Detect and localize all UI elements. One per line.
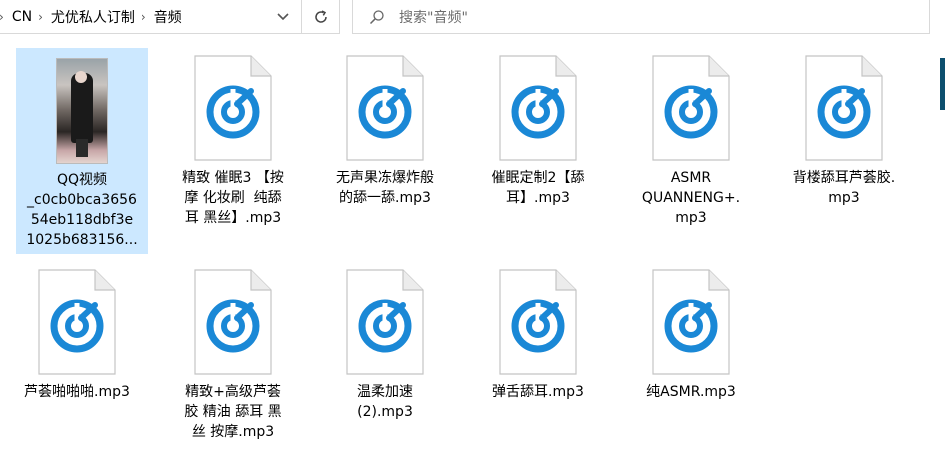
file-name-line: _c0cb0bca3656 (27, 192, 137, 208)
file-name-label: 纯ASMR.mp3 (625, 382, 757, 402)
file-name-line: 胶 精油 舔耳 黑 (184, 404, 282, 420)
file-name-line: 精致 催眠3 【按 (182, 170, 284, 186)
audio-file-icon (194, 269, 272, 375)
file-icon-container (193, 54, 273, 162)
file-name-label: 精致+高级芦荟胶 精油 舔耳 黑丝 按摩.mp3 (167, 382, 299, 442)
file-icon-container (37, 268, 117, 376)
search-icon (369, 9, 384, 24)
file-name-line: 催眠定制2【舔 (491, 170, 585, 186)
breadcrumb-item-folder[interactable]: 尤优私人订制 (51, 7, 135, 27)
file-item[interactable]: 弹舌舔耳.mp3 (472, 262, 604, 406)
file-name-line: 耳 黑丝】.mp3 (184, 210, 282, 226)
file-name-line: 54eb118dbf3e (30, 212, 134, 228)
file-item[interactable]: 纯ASMR.mp3 (625, 262, 757, 406)
file-name-line: mp3 (675, 210, 707, 226)
file-name-label: 芦荟啪啪啪.mp3 (11, 382, 143, 402)
file-icon-container (804, 54, 884, 162)
file-name-label: 精致 催眠3 【按摩 化妆刷 纯舔耳 黑丝】.mp3 (167, 168, 299, 228)
address-history-dropdown-button[interactable] (264, 0, 302, 34)
breadcrumb-item-cn[interactable]: CN (12, 9, 32, 25)
file-name-line: ASMR (670, 170, 712, 186)
address-bar[interactable]: › CN › 尤优私人订制 › 音频 (0, 0, 302, 34)
breadcrumb-separator: › (140, 9, 146, 24)
file-name-label: QQ视频 _c0cb0bca3656 54eb118dbf3e 1025b683156… (16, 170, 148, 250)
file-name-line: 芦荟啪啪啪.mp3 (24, 384, 130, 400)
audio-file-icon (652, 55, 730, 161)
audio-file-icon (38, 269, 116, 375)
file-name-label: 背楼舔耳芦荟胶. mp3 (778, 168, 910, 208)
file-name-line: 摩 化妆刷 纯舔 (184, 190, 282, 206)
file-item[interactable]: 芦荟啪啪啪.mp3 (11, 262, 143, 406)
file-icon-container (345, 54, 425, 162)
file-name-line: 耳】.mp3 (506, 190, 570, 206)
audio-file-icon (346, 55, 424, 161)
file-name-line: mp3 (828, 190, 860, 206)
search-input[interactable]: 搜索"音频" (399, 7, 468, 27)
file-name-label: 无声果冻爆炸般 的舔一舔.mp3 (319, 168, 451, 208)
file-item[interactable]: 背楼舔耳芦荟胶. mp3 (778, 48, 910, 212)
file-icon-container (42, 54, 122, 164)
audio-file-icon (346, 269, 424, 375)
file-name-line: QUANNENG+. (641, 190, 741, 206)
file-item[interactable]: 无声果冻爆炸般 的舔一舔.mp3 (319, 48, 451, 212)
refresh-button[interactable] (302, 0, 340, 34)
file-name-line: 精致+高级芦荟 (185, 384, 281, 400)
file-name-label: 弹舌舔耳.mp3 (472, 382, 604, 402)
audio-file-icon (805, 55, 883, 161)
file-name-label: 温柔加速 (2).mp3 (319, 382, 451, 422)
scrollbar-thumb[interactable] (940, 58, 945, 110)
file-name-line: 背楼舔耳芦荟胶. (792, 170, 896, 186)
file-name-line: 的舔一舔.mp3 (339, 190, 431, 206)
file-name-line: (2).mp3 (357, 404, 413, 420)
file-name-label: ASMR QUANNENG+. mp3 (625, 168, 757, 228)
audio-file-icon (194, 55, 272, 161)
breadcrumb-separator: › (0, 10, 4, 24)
file-icon-container (345, 268, 425, 376)
breadcrumb-item-audio[interactable]: 音频 (154, 7, 182, 27)
breadcrumb-separator: › (38, 9, 43, 24)
video-thumbnail (56, 58, 108, 164)
file-name-line: 丝 按摩.mp3 (191, 424, 275, 440)
file-item[interactable]: QQ视频 _c0cb0bca3656 54eb118dbf3e 1025b683156… (16, 48, 148, 254)
file-icon-container (193, 268, 273, 376)
audio-file-icon (652, 269, 730, 375)
file-name-line: 无声果冻爆炸般 (336, 170, 434, 186)
file-item[interactable]: 催眠定制2【舔 耳】.mp3 (472, 48, 604, 212)
navigation-bar: › CN › 尤优私人订制 › 音频 搜索"音频" (0, 0, 945, 36)
file-name-label: 催眠定制2【舔 耳】.mp3 (472, 168, 604, 208)
refresh-icon (314, 9, 327, 23)
chevron-down-icon (277, 13, 289, 21)
file-item[interactable]: 精致 催眠3 【按摩 化妆刷 纯舔耳 黑丝】.mp3 (167, 48, 299, 232)
file-item[interactable]: 温柔加速 (2).mp3 (319, 262, 451, 426)
file-item[interactable]: ASMR QUANNENG+. mp3 (625, 48, 757, 232)
file-name-line: 纯ASMR.mp3 (646, 384, 736, 400)
file-name-line: QQ视频 (56, 172, 108, 188)
audio-file-icon (499, 55, 577, 161)
file-name-line: 温柔加速 (357, 384, 413, 400)
file-icon-container (498, 268, 578, 376)
file-icon-container (498, 54, 578, 162)
breadcrumb: › CN › 尤优私人订制 › 音频 (0, 7, 182, 27)
audio-file-icon (499, 269, 577, 375)
file-name-line: 弹舌舔耳.mp3 (492, 384, 584, 400)
file-item[interactable]: 精致+高级芦荟胶 精油 舔耳 黑丝 按摩.mp3 (167, 262, 299, 446)
search-box[interactable]: 搜索"音频" (352, 0, 930, 34)
file-icon-container (651, 54, 731, 162)
file-name-line: 1025b683156... (26, 232, 138, 248)
file-icon-container (651, 268, 731, 376)
